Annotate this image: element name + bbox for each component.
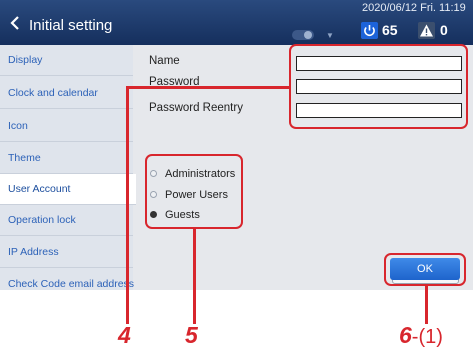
sidebar-item-label: Operation lock <box>8 214 76 226</box>
name-label: Name <box>149 55 180 67</box>
password-label: Password <box>149 76 200 85</box>
page-title: Initial setting <box>29 17 113 34</box>
step-number-5: 5 <box>185 322 198 348</box>
step-number-6: 6-(1) <box>399 322 443 349</box>
sidebar-item-label: Check Code email address <box>8 278 135 290</box>
callout-line-step-5 <box>193 229 196 324</box>
sidebar-item-ip-address[interactable]: IP Address <box>0 237 133 268</box>
callout-box-step-5 <box>145 154 243 229</box>
step-number-6-sub: -(1) <box>411 326 443 348</box>
callout-box-step-6 <box>384 253 466 286</box>
chevron-down-icon[interactable]: ▼ <box>326 31 334 40</box>
callout-line-step-4 <box>126 86 129 324</box>
step-number-4: 4 <box>118 322 131 348</box>
toggle-icon[interactable] <box>292 30 314 40</box>
sidebar-item-label: User Account <box>8 183 71 195</box>
sidebar-item-label: Display <box>8 54 43 66</box>
power-count: 65 <box>382 22 398 38</box>
sidebar: Display Clock and calendar Icon Theme Us… <box>0 45 136 290</box>
warning-count: 0 <box>440 22 448 38</box>
callout-connector-step-4 <box>126 86 290 89</box>
sidebar-item-label: IP Address <box>8 246 59 258</box>
sidebar-item-label: Clock and calendar <box>8 87 98 99</box>
title-bar: Initial setting ▼ 2020/06/12 Fri. 11:19 … <box>0 0 473 45</box>
callout-line-step-6 <box>425 286 428 324</box>
warning-icon <box>418 22 435 39</box>
sidebar-item-label: Icon <box>8 120 28 132</box>
power-icon <box>361 22 378 39</box>
sidebar-item-icon[interactable]: Icon <box>0 111 133 142</box>
sidebar-item-display[interactable]: Display <box>0 45 133 76</box>
password-reentry-label: Password Reentry <box>149 102 243 114</box>
chevron-left-icon[interactable] <box>9 15 21 31</box>
sidebar-item-user-account[interactable]: User Account <box>0 174 136 205</box>
datetime: 2020/06/12 Fri. 11:19 <box>362 2 466 14</box>
sidebar-item-check-code-email[interactable]: Check Code email address <box>0 269 135 290</box>
step-number-6-main: 6 <box>399 322 412 348</box>
sidebar-item-label: Theme <box>8 152 41 164</box>
callout-box-step-4 <box>289 44 468 129</box>
sidebar-item-theme[interactable]: Theme <box>0 143 133 174</box>
sidebar-item-operation-lock[interactable]: Operation lock <box>0 205 133 236</box>
sidebar-item-clock-and-calendar[interactable]: Clock and calendar <box>0 78 133 109</box>
